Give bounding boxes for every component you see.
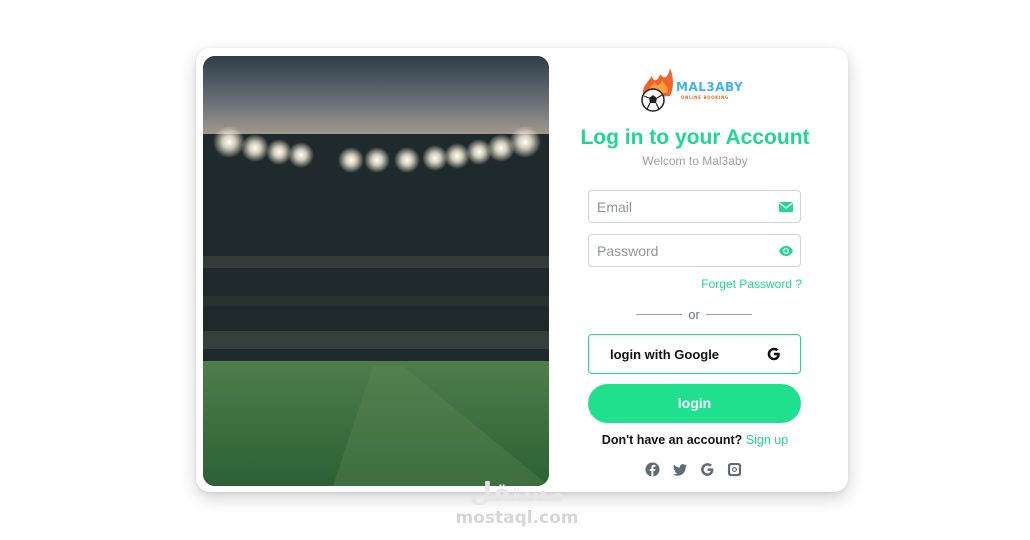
password-field [588,234,801,267]
twitter-icon[interactable] [673,462,688,477]
facebook-icon[interactable] [645,462,660,477]
brand-tagline: ONLINE BOOKING [681,95,729,100]
stadium-image [203,56,549,486]
social-icons [645,462,745,478]
or-label: or [688,307,700,322]
forget-password-link[interactable]: Forget Password ? [676,277,802,291]
page-title: Log in to your Account [580,126,810,149]
brand-logo: MAL3ABY ONLINE BOOKING [638,64,748,112]
email-field [588,190,801,223]
brand-name: MAL3ABY [676,80,744,94]
divider-line-right [706,314,752,315]
watermark-arabic: مستقل [469,478,565,508]
google-login-button[interactable]: login with Google [588,334,801,374]
login-card: MAL3ABY ONLINE BOOKING Log in to your Ac… [196,48,848,492]
or-divider: or [636,307,752,322]
login-button[interactable]: login [588,384,801,423]
football-flame-icon [641,68,673,112]
mostaql-watermark: مستقل mostaql.com [452,478,582,528]
signup-row: Don't have an account? Sign up [550,433,840,447]
eye-icon[interactable] [778,243,794,259]
page-subtitle: Welcom to Mal3aby [642,154,748,168]
google-icon [766,346,782,362]
divider-line-left [636,314,682,315]
watermark-domain: mostaql.com [455,508,579,528]
google-login-label: login with Google [610,347,720,362]
password-input[interactable] [589,235,769,266]
google-plus-icon[interactable] [700,462,715,477]
signup-link[interactable]: Sign up [746,433,788,447]
email-input[interactable] [589,191,769,222]
instagram-icon[interactable] [727,462,742,477]
signup-question: Don't have an account? [601,433,743,447]
envelope-icon [778,199,794,215]
